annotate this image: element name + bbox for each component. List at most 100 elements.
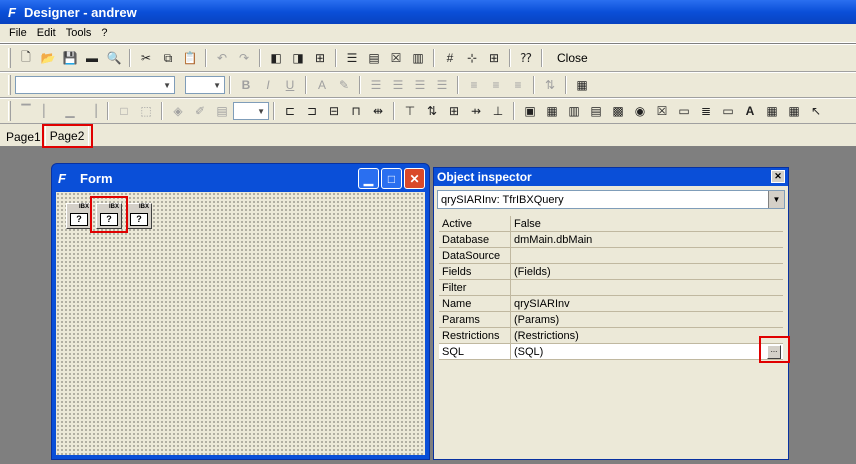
highlight-attributes-icon[interactable]: ▦ <box>571 74 593 96</box>
align-horizontal-centers-icon[interactable]: ⊐ <box>301 100 323 122</box>
frame-width-combo[interactable]: ▼ <box>233 102 269 120</box>
property-row[interactable]: DataSource <box>439 248 783 264</box>
align-center-icon[interactable]: ☰ <box>387 74 409 96</box>
frame-style-icon[interactable]: ▤ <box>211 100 233 122</box>
align-top-icon[interactable]: ≡ <box>463 74 485 96</box>
frame-color-icon[interactable]: ✐ <box>189 100 211 122</box>
property-value[interactable]: dmMain.dbMain <box>511 232 783 247</box>
bottom-frame-icon[interactable]: ▁ <box>59 100 81 122</box>
object-selector-combo[interactable]: qrySIARInv: TfrIBXQuery ▼ <box>437 190 785 209</box>
align-left-icon[interactable]: ☰ <box>365 74 387 96</box>
preview-icon[interactable]: 🔍 <box>103 47 125 69</box>
font-name-combo[interactable]: ▼ <box>15 76 175 94</box>
property-row[interactable]: Params (Params) <box>439 312 783 328</box>
print-icon[interactable]: ▬ <box>81 47 103 69</box>
grid-component-icon[interactable]: ▩ <box>607 100 629 122</box>
align-right-icon[interactable]: ☰ <box>409 74 431 96</box>
property-row[interactable]: Database dmMain.dbMain <box>439 232 783 248</box>
property-value[interactable]: (Restrictions) <box>511 328 783 343</box>
ellipsis-button[interactable]: ... <box>767 345 781 359</box>
align-to-grid-icon[interactable]: ⊹ <box>461 47 483 69</box>
ok-button-component-icon[interactable]: ▭ <box>673 100 695 122</box>
align-top-edges-icon[interactable]: ⊤ <box>399 100 421 122</box>
maximize-icon[interactable]: □ <box>381 168 402 189</box>
no-frame-icon[interactable]: ⬚ <box>135 100 157 122</box>
list-component-icon[interactable]: ▤ <box>585 100 607 122</box>
property-value[interactable]: False <box>511 216 783 231</box>
align-vertical-centers-icon[interactable]: ⇅ <box>421 100 443 122</box>
chevron-down-icon[interactable]: ▼ <box>768 191 784 208</box>
top-frame-icon[interactable]: ▔ <box>15 100 37 122</box>
rotate-text-icon[interactable]: ⇅ <box>539 74 561 96</box>
insert-band-icon[interactable]: ☰ <box>341 47 363 69</box>
align-bottom-edges-icon[interactable]: ⊥ <box>487 100 509 122</box>
font-size-combo[interactable]: ▼ <box>185 76 225 94</box>
italic-icon[interactable]: I <box>257 74 279 96</box>
property-value[interactable] <box>511 248 783 263</box>
undo-icon[interactable]: ↶ <box>211 47 233 69</box>
toolbar-grip[interactable] <box>8 101 11 121</box>
tab-page2[interactable]: Page2 <box>44 124 90 146</box>
insert-page-icon[interactable]: ▤ <box>363 47 385 69</box>
space-horizontally-icon[interactable]: ⇹ <box>367 100 389 122</box>
ibx-component-3[interactable]: IBX ? <box>126 203 152 229</box>
close-icon[interactable]: ✕ <box>404 168 425 189</box>
property-row-sql[interactable]: SQL (SQL)... <box>439 344 783 360</box>
menu-edit[interactable]: Edit <box>32 27 61 39</box>
checkbox-component-icon[interactable]: ☒ <box>651 100 673 122</box>
memo-component-icon[interactable]: ≣ <box>695 100 717 122</box>
db-component-icon[interactable]: ▦ <box>541 100 563 122</box>
center-horizontally-icon[interactable]: ⊟ <box>323 100 345 122</box>
align-left-edges-icon[interactable]: ⊏ <box>279 100 301 122</box>
delete-page-icon[interactable]: ☒ <box>385 47 407 69</box>
highlight-icon[interactable]: ✎ <box>333 74 355 96</box>
property-value[interactable]: qrySIARInv <box>511 296 783 311</box>
group-icon[interactable]: ⊞ <box>309 47 331 69</box>
open-icon[interactable]: 📂 <box>37 47 59 69</box>
tab-page1[interactable]: Page1 <box>2 127 45 146</box>
toolbar-grip[interactable] <box>8 48 11 68</box>
select-pointer-icon[interactable]: ↖ <box>805 100 827 122</box>
property-value[interactable] <box>511 280 783 295</box>
property-value[interactable]: (SQL)... <box>511 344 783 359</box>
page-options-icon[interactable]: ▥ <box>407 47 429 69</box>
redo-icon[interactable]: ↷ <box>233 47 255 69</box>
font-color-icon[interactable]: A <box>311 74 333 96</box>
grid-icon[interactable]: # <box>439 47 461 69</box>
close-icon[interactable]: ✕ <box>771 170 785 183</box>
property-row[interactable]: Fields (Fields) <box>439 264 783 280</box>
save-icon[interactable]: 💾 <box>59 47 81 69</box>
align-middle-icon[interactable]: ≡ <box>485 74 507 96</box>
align-justify-icon[interactable]: ☰ <box>431 74 453 96</box>
menu-tools[interactable]: Tools <box>61 27 97 39</box>
fill-color-icon[interactable]: ◈ <box>167 100 189 122</box>
band-component-icon[interactable]: ▣ <box>519 100 541 122</box>
cut-icon[interactable]: ✂ <box>135 47 157 69</box>
minimize-icon[interactable]: ▁ <box>358 168 379 189</box>
object-inspector-title-bar[interactable]: Object inspector ✕ <box>434 168 788 186</box>
left-frame-icon[interactable]: ▏ <box>37 100 59 122</box>
text-component-icon[interactable]: A <box>739 100 761 122</box>
property-row[interactable]: Active False <box>439 216 783 232</box>
bold-icon[interactable]: B <box>235 74 257 96</box>
property-row[interactable]: Name qrySIARInv <box>439 296 783 312</box>
property-value[interactable]: (Params) <box>511 312 783 327</box>
bring-to-front-icon[interactable]: ◧ <box>265 47 287 69</box>
same-width-icon[interactable]: ⇸ <box>465 100 487 122</box>
right-frame-icon[interactable]: ▕ <box>81 100 103 122</box>
ibx-component-icon[interactable]: ▦ <box>783 100 805 122</box>
ibx-component-2[interactable]: IBX ? <box>96 203 122 229</box>
send-to-back-icon[interactable]: ◨ <box>287 47 309 69</box>
center-vertically-icon[interactable]: ⊞ <box>443 100 465 122</box>
align-bottom-icon[interactable]: ≡ <box>507 74 529 96</box>
align-right-edges-icon[interactable]: ⊓ <box>345 100 367 122</box>
form-design-area[interactable]: IBX ? IBX ? IBX ? <box>56 192 425 455</box>
new-icon[interactable]: 🗋 <box>15 47 37 69</box>
menu-file[interactable]: File <box>4 27 32 39</box>
ibx-component-1[interactable]: IBX ? <box>66 203 92 229</box>
help-icon[interactable]: ⁇ <box>515 47 537 69</box>
property-value[interactable]: (Fields) <box>511 264 783 279</box>
paste-icon[interactable]: 📋 <box>179 47 201 69</box>
copy-icon[interactable]: ⧉ <box>157 47 179 69</box>
radio-component-icon[interactable]: ◉ <box>629 100 651 122</box>
